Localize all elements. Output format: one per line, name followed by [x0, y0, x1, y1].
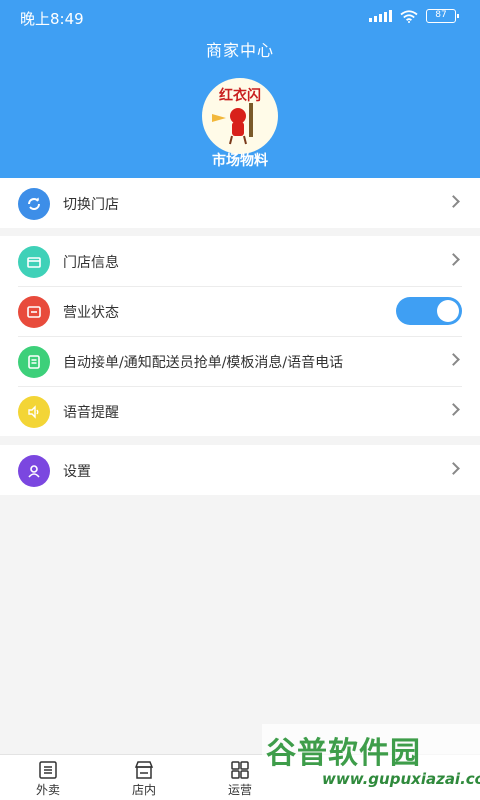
shop-icon [134, 761, 154, 779]
store-info-row[interactable]: 门店信息 [0, 236, 480, 286]
business-status-toggle[interactable] [396, 297, 462, 325]
chevron-right-icon [447, 253, 460, 266]
avatar-logo-text: 红衣闪 [219, 87, 261, 104]
store-info-label: 门店信息 [63, 255, 119, 271]
list-icon [39, 761, 57, 779]
voice-reminder-label: 语音提醒 [63, 405, 119, 421]
voice-reminder-row[interactable]: 语音提醒 [0, 386, 480, 436]
avatar-logo-icon: 红衣闪 [212, 87, 261, 145]
menu-group-info: 门店信息 营业状态 自动接单/通知配送员抢单/模板消息/语音电话 语音提醒 [0, 236, 480, 436]
status-time: 晚上8:49 [20, 10, 84, 28]
chevron-right-icon [447, 195, 460, 208]
grid-icon [231, 761, 249, 779]
header: 晚上8:49 87 商家中心 红衣闪 市场物料 [0, 0, 480, 178]
toggle-knob [437, 300, 459, 322]
store-name: 市场物料 [212, 153, 268, 169]
refresh-icon [18, 188, 50, 220]
tab-in-store-label: 店内 [131, 783, 156, 797]
status-bar: 晚上8:49 87 [0, 0, 480, 34]
speaker-icon [18, 396, 50, 428]
tab-takeout-label: 外卖 [35, 783, 60, 797]
user-icon [18, 455, 50, 487]
auto-accept-label: 自动接单/通知配送员抢单/模板消息/语音电话 [63, 355, 344, 371]
tab-in-store[interactable]: 店内 [96, 755, 192, 800]
signal-icon [369, 10, 392, 22]
status-icon [18, 296, 50, 328]
avatar[interactable]: 红衣闪 [202, 78, 278, 154]
doc-icon [18, 346, 50, 378]
page-title: 商家中心 [205, 41, 274, 60]
menu-group-settings: 设置 [0, 445, 480, 495]
switch-store-label: 切换门店 [63, 197, 119, 213]
status-icons: 87 [369, 9, 459, 23]
settings-row[interactable]: 设置 [0, 445, 480, 495]
store-icon [18, 246, 50, 278]
wifi-icon [400, 9, 418, 23]
business-status-label: 营业状态 [63, 305, 119, 321]
switch-store-row[interactable]: 切换门店 [0, 178, 480, 228]
chevron-right-icon [447, 462, 460, 475]
watermark-title: 谷普软件园 [266, 736, 421, 771]
tab-takeout[interactable]: 外卖 [0, 755, 96, 800]
chevron-right-icon [447, 403, 460, 416]
auto-accept-row[interactable]: 自动接单/通知配送员抢单/模板消息/语音电话 [0, 336, 480, 386]
watermark: 谷普软件园 www.gupuxiazai.com [262, 724, 480, 800]
chevron-right-icon [447, 353, 460, 366]
battery-icon: 87 [426, 9, 459, 23]
menu-group-store: 切换门店 [0, 178, 480, 228]
settings-label: 设置 [63, 464, 91, 480]
business-status-row: 营业状态 [0, 286, 480, 336]
watermark-url: www.gupuxiazai.com [322, 770, 480, 788]
